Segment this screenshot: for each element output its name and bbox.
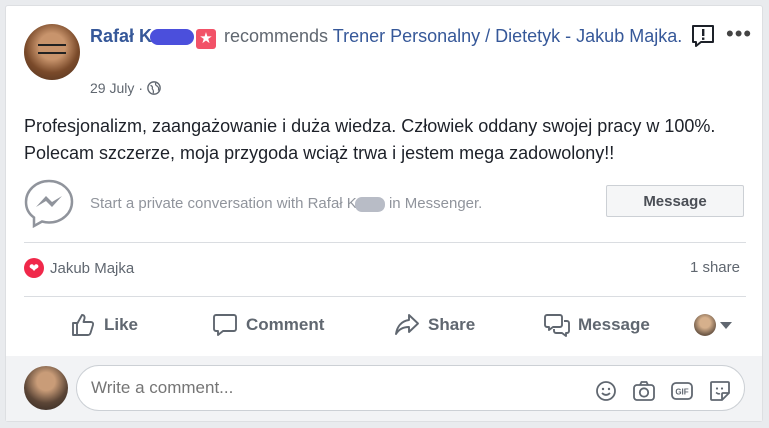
sticker-icon[interactable]	[708, 379, 732, 403]
share-label: Share	[428, 315, 476, 334]
emoji-icon[interactable]	[594, 379, 618, 403]
svg-text:GIF: GIF	[675, 388, 688, 397]
divider	[24, 242, 746, 243]
messenger-prompt: Start a private conversation with Rafał …	[24, 178, 746, 238]
prompt-start: Start a private conversation with Rafał …	[90, 195, 357, 212]
share-count[interactable]: 1 share	[690, 259, 740, 276]
comment-label: Comment	[246, 315, 325, 334]
recommends-verb: recommends	[224, 26, 329, 46]
chat-bubbles-icon	[544, 314, 570, 337]
reactor-name[interactable]: Jakub Majka	[50, 260, 134, 277]
message-button[interactable]: Message	[606, 185, 744, 217]
message-label: Message	[578, 315, 650, 334]
post-meta: 29 July ·	[90, 80, 161, 96]
send-message-button[interactable]: Message	[544, 312, 650, 338]
recommendation-star-icon: ★	[196, 29, 217, 49]
comment-tools: GIF	[594, 379, 732, 403]
action-bar: Like Comment Share Message	[24, 304, 746, 344]
chevron-down-icon	[720, 321, 732, 329]
like-button[interactable]: Like	[70, 312, 138, 338]
messenger-prompt-text: Start a private conversation with Rafał …	[90, 195, 482, 212]
prompt-end: in Messenger.	[388, 195, 483, 212]
share-button[interactable]: Share	[394, 312, 475, 338]
divider	[24, 296, 746, 297]
thumbs-up-icon	[72, 314, 95, 336]
identity-picker[interactable]	[694, 314, 732, 336]
picker-avatar	[694, 314, 716, 336]
report-icon[interactable]	[690, 24, 716, 48]
camera-icon[interactable]	[632, 379, 656, 403]
like-label: Like	[104, 315, 139, 334]
author-name[interactable]: Rafał K	[90, 26, 152, 46]
post-date[interactable]: 29 July	[90, 80, 134, 96]
viewer-avatar	[24, 366, 68, 410]
post-card: Rafał K ★ recommends Trener Personalny / D…	[5, 5, 763, 422]
comment-button[interactable]: Comment	[212, 312, 324, 338]
page-link[interactable]: Trener Personalny / Dietetyk - Jakub Maj…	[333, 26, 682, 46]
messenger-icon	[24, 179, 74, 228]
globe-icon[interactable]	[147, 81, 161, 95]
post-header: Rafał K ★ recommends Trener Personalny / D…	[90, 24, 690, 49]
redaction	[150, 29, 195, 46]
gif-icon[interactable]: GIF	[670, 379, 694, 403]
more-options-icon[interactable]: •••	[726, 23, 752, 45]
comment-icon	[213, 314, 237, 336]
comment-composer: GIF	[6, 356, 762, 421]
author-avatar[interactable]	[24, 24, 80, 80]
share-icon	[395, 314, 419, 335]
redaction	[354, 196, 385, 212]
reactions-summary[interactable]: ❤ Jakub Majka	[24, 258, 134, 278]
post-text: Profesjonalizm, zaangażowanie i duża wie…	[24, 116, 716, 163]
meta-separator: ·	[138, 80, 144, 96]
love-reaction-icon: ❤	[24, 258, 44, 278]
